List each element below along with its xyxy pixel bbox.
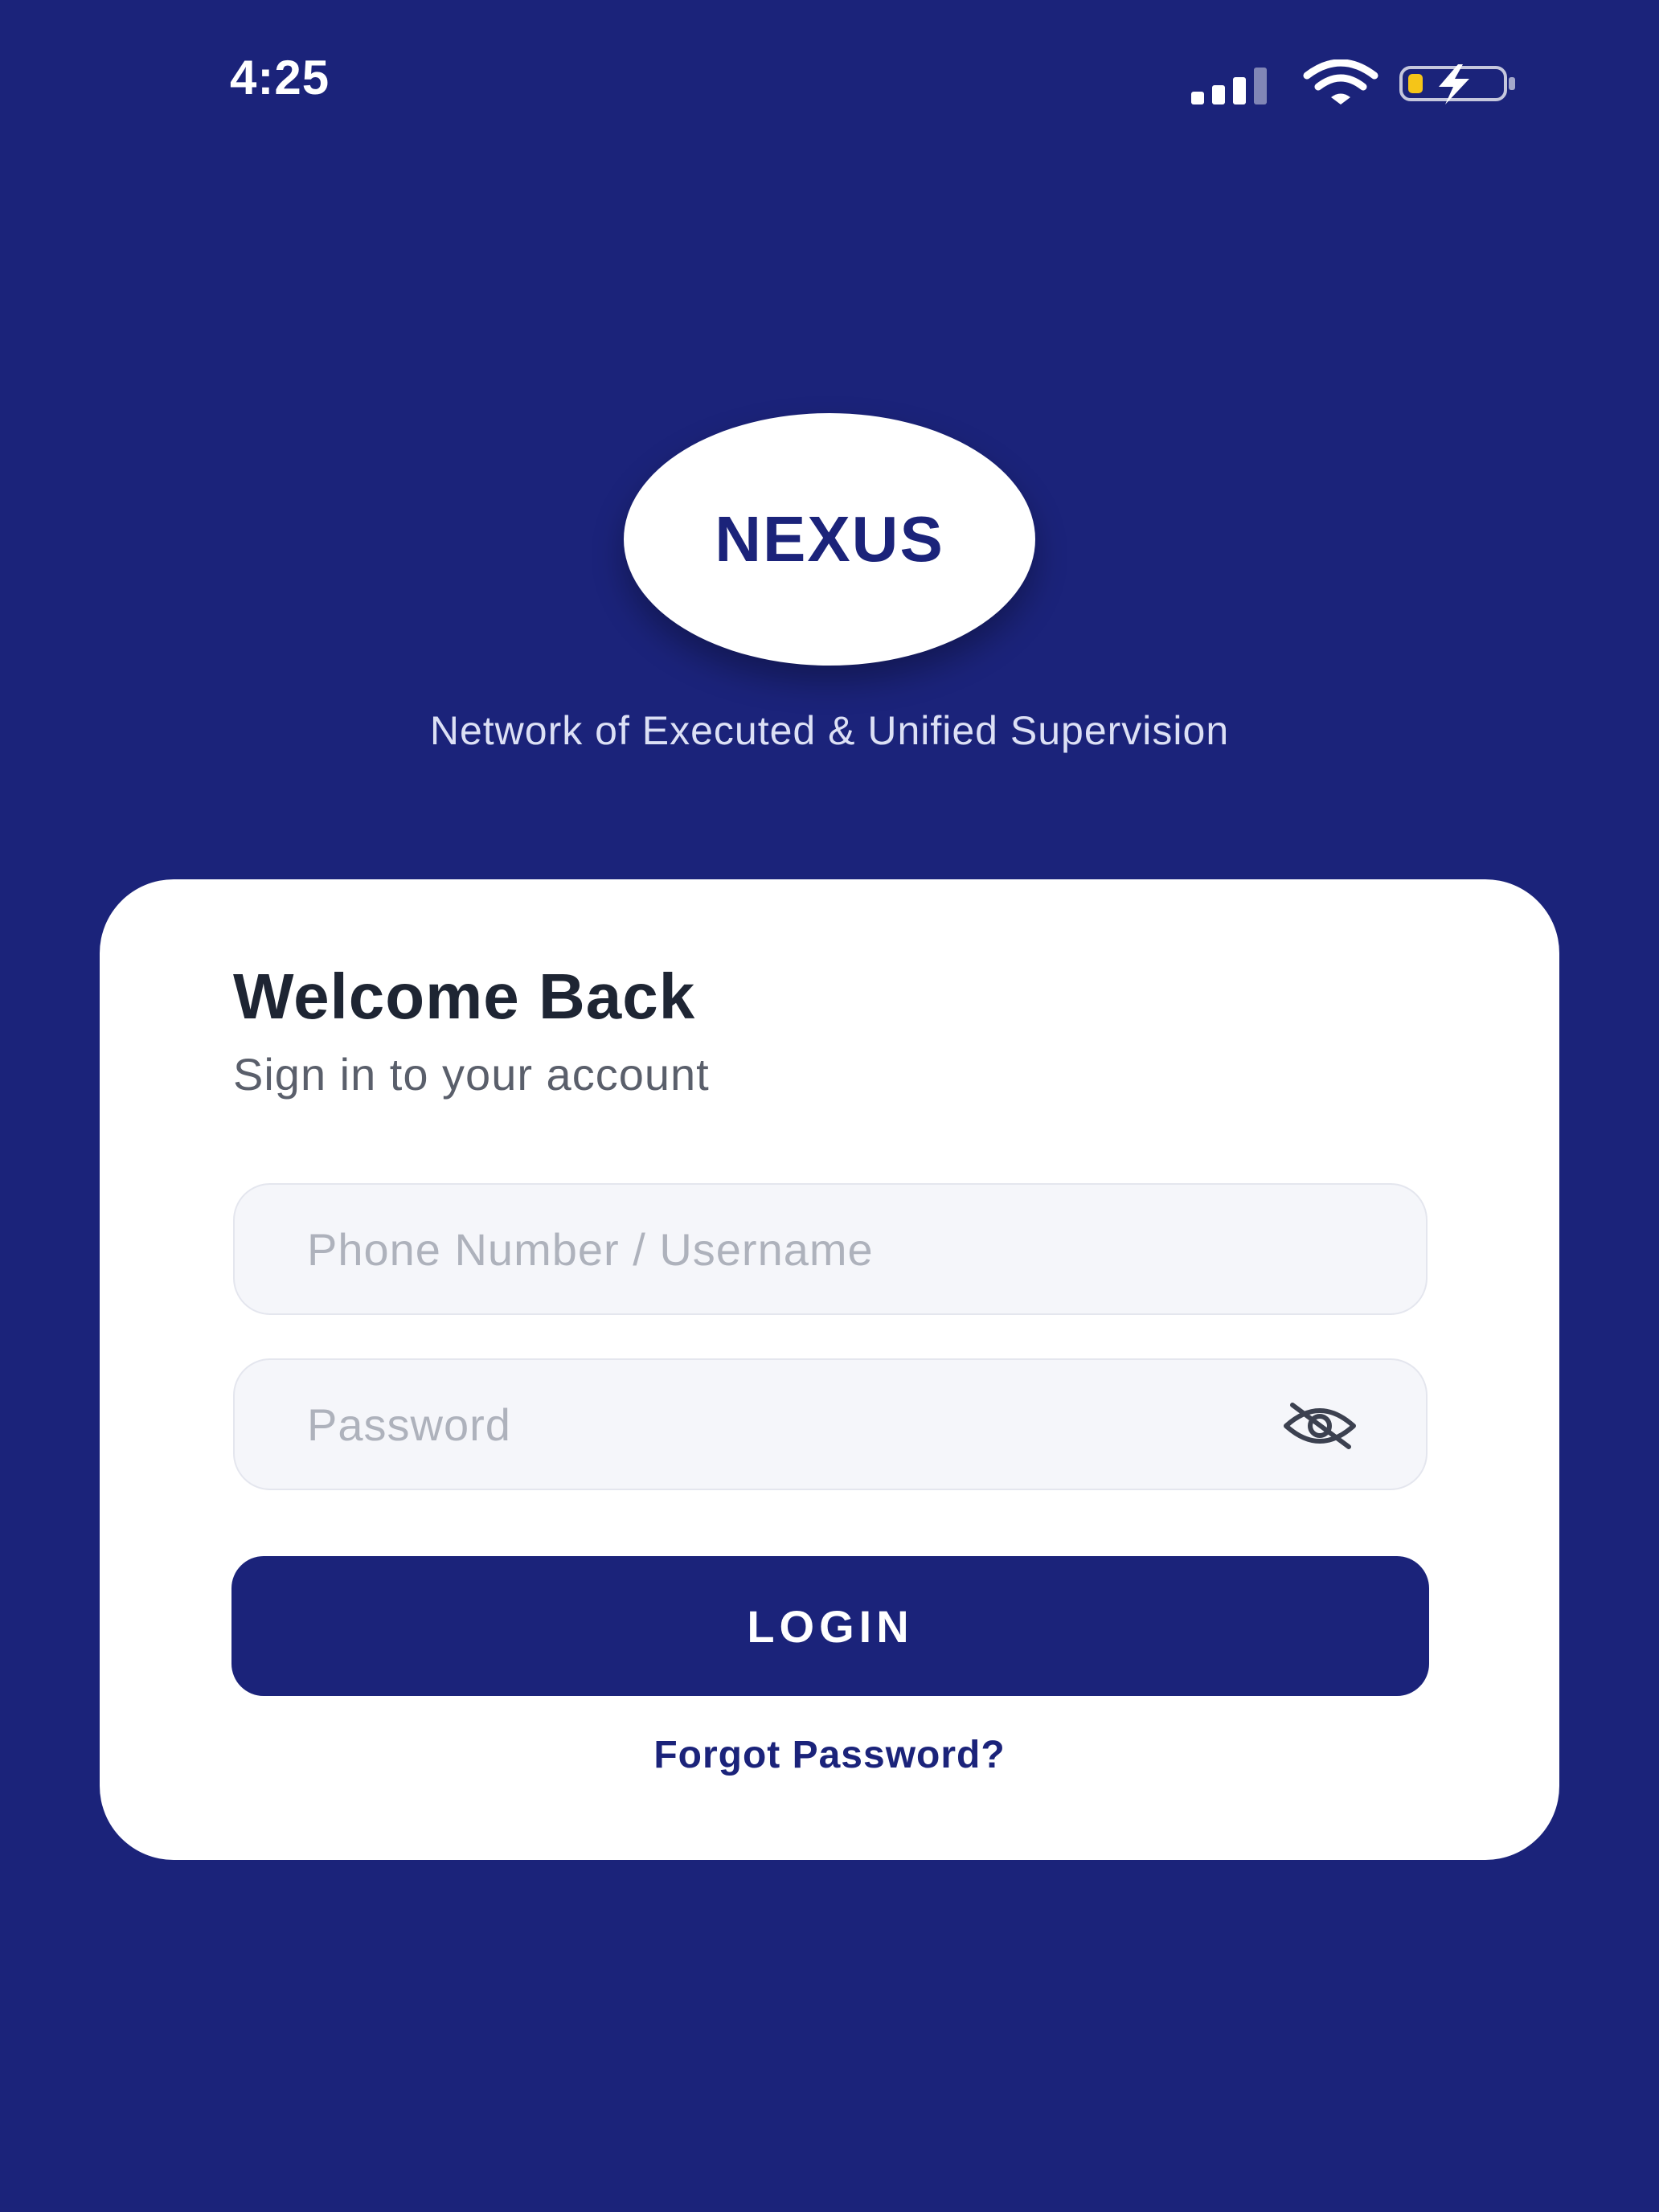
wifi-icon <box>1303 59 1378 104</box>
login-button[interactable]: LOGIN <box>231 1556 1429 1696</box>
eye-slash-icon[interactable] <box>1281 1400 1358 1452</box>
password-input[interactable] <box>235 1360 1426 1489</box>
tagline: Network of Executed & Unified Supervisio… <box>429 708 1230 753</box>
welcome-title: Welcome Back <box>233 961 696 1032</box>
logo-text: NEXUS <box>715 503 944 575</box>
forgot-password-link[interactable]: Forgot Password? <box>100 1733 1559 1777</box>
signal-icon <box>1191 68 1267 104</box>
password-field <box>233 1358 1428 1490</box>
username-field <box>233 1183 1428 1315</box>
login-card: Welcome Back Sign in to your account LOG… <box>100 879 1559 1860</box>
status-time: 4:25 <box>230 51 330 104</box>
nexus-logo: NEXUS <box>624 413 1035 666</box>
username-input[interactable] <box>235 1185 1426 1313</box>
welcome-subtitle: Sign in to your account <box>233 1049 710 1100</box>
status-icons <box>1182 56 1519 113</box>
status-bar: 4:25 <box>0 0 1659 161</box>
battery-charging-icon <box>1399 64 1515 104</box>
